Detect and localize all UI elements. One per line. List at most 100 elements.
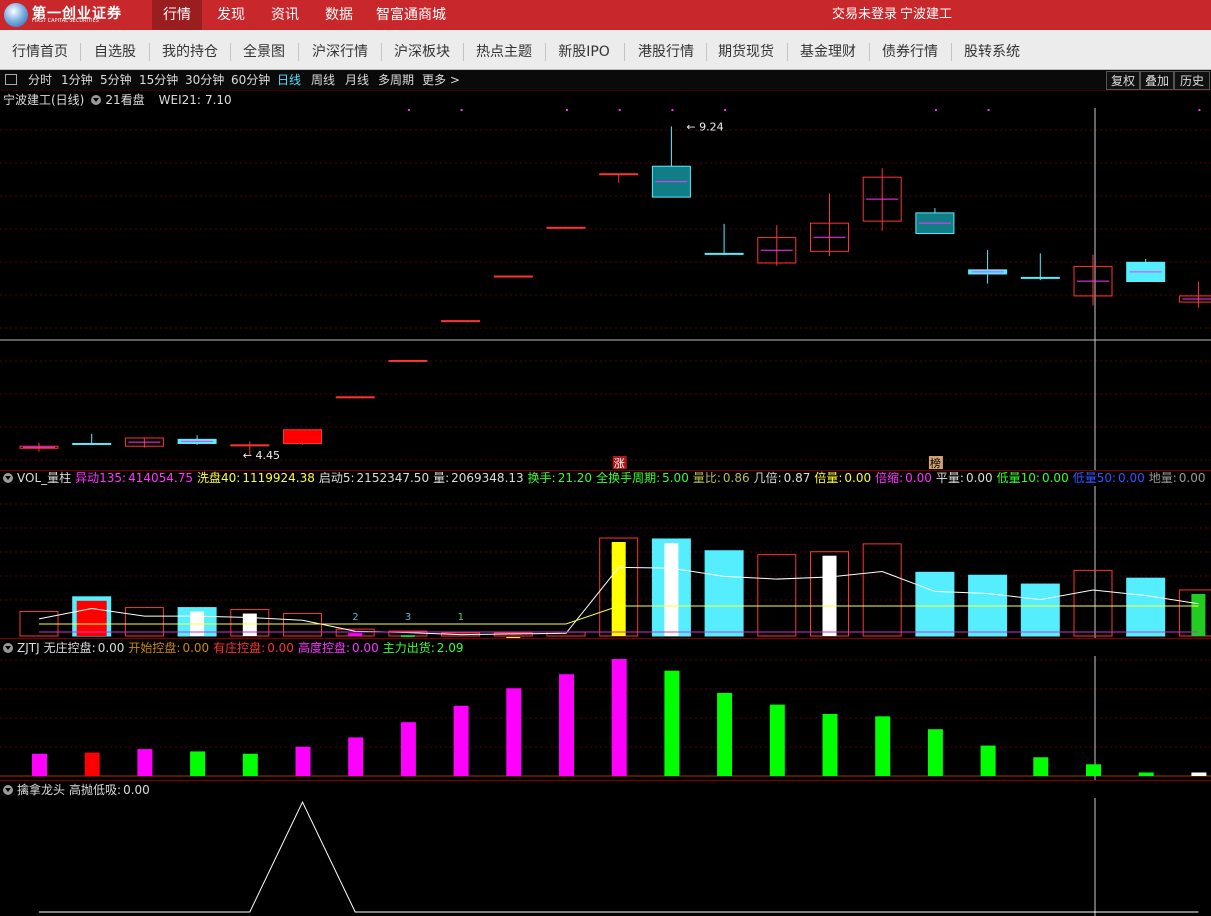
sidebar-toggle-icon[interactable]: [5, 74, 17, 85]
period-5min[interactable]: 5分钟: [100, 70, 132, 91]
period-monthly[interactable]: 月线: [345, 70, 369, 91]
menu-bonds[interactable]: 债券行情: [874, 30, 946, 70]
collapse-icon[interactable]: [3, 473, 13, 483]
zjtj-bar: [769, 704, 785, 776]
volume-bar: [1073, 569, 1113, 637]
candle: [546, 226, 586, 229]
menu-watchlist[interactable]: 自选股: [86, 30, 144, 70]
vol-value: 0.00: [844, 471, 872, 485]
volume-bar-inner: [1191, 593, 1206, 636]
volume-chart[interactable]: 2 3 1: [0, 486, 1211, 638]
panel-divider: [0, 780, 1211, 781]
zjtj-bar: [190, 751, 206, 776]
candle: [388, 359, 428, 362]
menu-hot-topics[interactable]: 热点主题: [468, 30, 540, 70]
volume-bar-inner: [76, 600, 107, 636]
top-nav-quotes[interactable]: 行情: [152, 0, 202, 30]
period-multi[interactable]: 多周期: [378, 70, 414, 91]
zjtj-value: 0.00: [182, 641, 210, 655]
vol-value: 2069348.13: [451, 471, 524, 485]
period-1min[interactable]: 1分钟: [61, 70, 93, 91]
menu-panorama[interactable]: 全景图: [236, 30, 292, 70]
kline-indicator[interactable]: 21看盘: [105, 92, 144, 108]
volume-bar: [283, 612, 322, 637]
collapse-icon[interactable]: [3, 643, 13, 653]
zjtj-bar: [506, 688, 522, 776]
period-more[interactable]: 更多 >: [422, 70, 460, 91]
overlay-button[interactable]: 叠加: [1140, 71, 1174, 90]
volume-mark: 3: [405, 612, 411, 623]
brand-logo[interactable]: 第一创业证券 FIRST CAPITAL SECURITIES: [4, 3, 122, 27]
menu-ipo[interactable]: 新股IPO: [550, 30, 618, 70]
collapse-icon[interactable]: [3, 785, 13, 795]
kline-chart[interactable]: ← 9.24 ← 4.45 涨 榜: [0, 108, 1211, 470]
menu-divider: [381, 43, 382, 61]
vol-key: 地量:: [1148, 471, 1177, 485]
badge-text: 涨: [614, 457, 625, 470]
history-button[interactable]: 历史: [1174, 71, 1210, 90]
bottom-chart[interactable]: [0, 798, 1211, 916]
menu-bar: 行情首页 自选股 我的持仓 全景图 沪深行情 沪深板块 热点主题 新股IPO 港…: [0, 30, 1211, 70]
vol-value: 0.00: [905, 471, 932, 485]
period-weekly[interactable]: 周线: [311, 70, 335, 91]
zjtj-bar: [295, 746, 311, 776]
menu-hk-quotes[interactable]: 港股行情: [630, 30, 702, 70]
low-price-label: ← 4.45: [243, 449, 280, 462]
vol-value: 0.87: [783, 471, 811, 485]
zjtj-bar: [453, 705, 469, 776]
vol-key: 倍量:: [814, 471, 843, 485]
top-nav-news[interactable]: 资讯: [260, 0, 310, 30]
top-nav-discover[interactable]: 发现: [206, 0, 256, 30]
menu-sh-sz-quotes[interactable]: 沪深行情: [304, 30, 376, 70]
period-60min[interactable]: 60分钟: [231, 70, 270, 91]
wei-value: 7.10: [204, 93, 232, 107]
candle: [72, 442, 112, 445]
vol-key: 低量50:: [1072, 471, 1117, 485]
menu-sh-sz-sectors[interactable]: 沪深板块: [386, 30, 458, 70]
collapse-icon[interactable]: [91, 95, 102, 105]
volume-mark: 1: [458, 612, 464, 623]
vol-key: 量比:: [692, 471, 721, 485]
signal-dot: [460, 109, 463, 111]
vol-value: 0.86: [722, 471, 750, 485]
zjtj-indicator-name[interactable]: ZJTJ: [17, 640, 40, 656]
period-timeshare[interactable]: 分时: [28, 70, 52, 91]
volume-bar: [757, 554, 797, 637]
vol-indicator-name[interactable]: VOL_量柱: [17, 470, 71, 486]
vol-key: 量:: [433, 471, 450, 485]
menu-futures[interactable]: 期货现货: [710, 30, 782, 70]
top-nav-data[interactable]: 数据: [314, 0, 364, 30]
zjtj-bar: [400, 722, 416, 776]
volume-bar-inner: [611, 542, 626, 636]
menu-home[interactable]: 行情首页: [4, 30, 76, 70]
wei-label: WEI21:: [158, 93, 201, 107]
login-status[interactable]: 交易未登录: [832, 0, 897, 30]
menu-divider: [787, 43, 788, 61]
vol-key: 启动5:: [318, 471, 355, 485]
top-nav-mall[interactable]: 智富通商城: [368, 0, 454, 30]
vol-key: 低量10:: [996, 471, 1040, 485]
zjtj-bar: [32, 753, 47, 776]
adjust-button[interactable]: 复权: [1106, 71, 1140, 90]
period-15min[interactable]: 15分钟: [139, 70, 178, 91]
vol-key: 洗盘40:: [197, 471, 241, 485]
signal-dot: [1198, 109, 1201, 111]
bottom-indicator-name[interactable]: 擒拿龙头: [17, 782, 65, 798]
zjtj-bar: [137, 749, 153, 776]
zjtj-value: 0.00: [97, 641, 125, 655]
period-daily[interactable]: 日线: [277, 70, 301, 91]
zjtj-bar: [611, 659, 627, 776]
signal-dot: [566, 109, 568, 111]
menu-holdings[interactable]: 我的持仓: [156, 30, 224, 70]
menu-funds[interactable]: 基金理财: [792, 30, 864, 70]
volume-bar-inner: [664, 542, 679, 636]
zjtj-chart[interactable]: [0, 656, 1211, 780]
period-30min[interactable]: 30分钟: [185, 70, 224, 91]
vol-value: 0.00: [1041, 471, 1069, 485]
zjtj-key: 高度控盘:: [297, 641, 350, 655]
volume-bar: [704, 550, 744, 637]
menu-neeq[interactable]: 股转系统: [956, 30, 1028, 70]
zjtj-bar: [927, 729, 943, 776]
zjtj-legend: ZJTJ 无庄控盘: 0.00 开始控盘: 0.00 有庄控盘: 0.00 高度控盘: 0.0…: [0, 640, 467, 656]
signal-dot: [724, 109, 727, 111]
